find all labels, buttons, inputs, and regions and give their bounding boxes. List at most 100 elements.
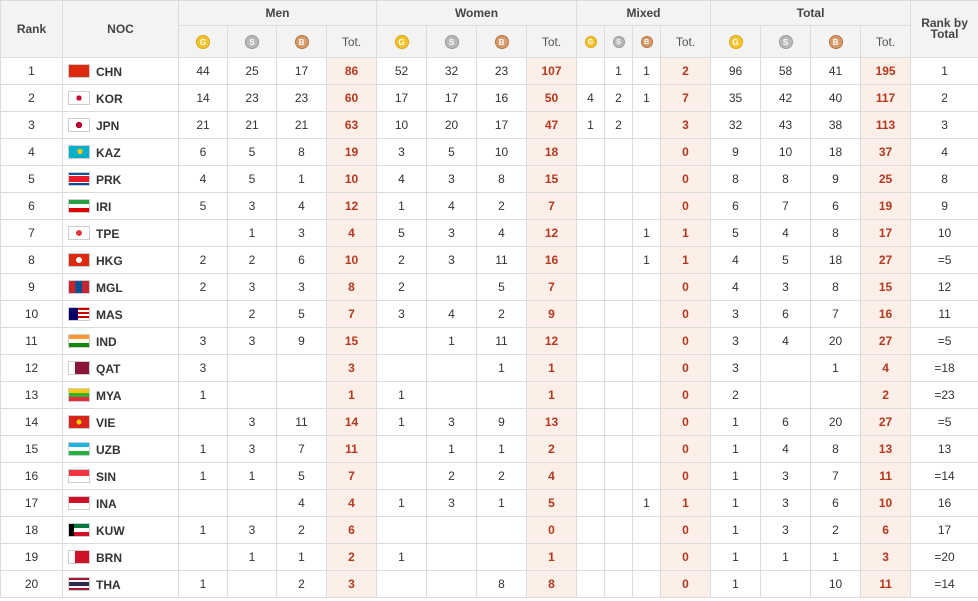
qatar-flag-icon: [68, 361, 90, 376]
men-bronze-cell: 4: [276, 192, 327, 220]
noc-code[interactable]: KAZ: [96, 145, 121, 159]
mixed-gold-cell: [576, 408, 605, 436]
mixed-gold-column-header[interactable]: G: [576, 25, 605, 58]
noc-code[interactable]: UZB: [96, 442, 121, 456]
men-silver-column-header[interactable]: S: [227, 25, 277, 58]
bronze-medal-icon: B: [294, 34, 309, 49]
mixed-gold-cell: [576, 435, 605, 463]
total-gold-cell: 3: [710, 327, 762, 355]
men-silver-cell: 3: [227, 516, 277, 544]
noc-code[interactable]: CHN: [96, 64, 122, 78]
noc-code[interactable]: VIE: [96, 415, 115, 429]
mixed-bronze-cell: [632, 273, 661, 301]
noc-code[interactable]: INA: [96, 496, 117, 510]
total-bronze-column-header[interactable]: B: [810, 25, 862, 58]
mixed-total-cell: 3: [659, 111, 712, 139]
noc-code[interactable]: THA: [96, 577, 121, 591]
table-row: 10 MAS 2 5 7 3 4 2 9 0 3 6 7 16 11: [0, 300, 978, 328]
men-gold-cell: [178, 489, 228, 517]
total-total-column-header[interactable]: Tot.: [860, 25, 912, 58]
noc-code[interactable]: MYA: [96, 388, 122, 402]
women-gold-column-header[interactable]: G: [376, 25, 427, 58]
noc-code[interactable]: PRK: [96, 172, 121, 186]
noc-cell: IRI: [62, 192, 179, 220]
noc-cell: THA: [62, 570, 179, 598]
noc-code[interactable]: BRN: [96, 550, 122, 564]
total-gold-cell: 3: [710, 300, 762, 328]
mixed-bronze-cell: [632, 111, 661, 139]
women-silver-cell: 3: [426, 165, 477, 193]
women-total-cell: 0: [526, 516, 577, 544]
rank-by-total-cell: =18: [910, 354, 978, 382]
women-silver-cell: 17: [426, 84, 477, 112]
mixed-gold-cell: [576, 219, 605, 247]
total-gold-cell: 5: [710, 219, 762, 247]
men-bronze-cell: 1: [276, 543, 327, 571]
gold-medal-icon: G: [728, 34, 743, 49]
men-silver-cell: [227, 570, 277, 598]
mixed-silver-column-header[interactable]: S: [604, 25, 633, 58]
women-silver-cell: 20: [426, 111, 477, 139]
noc-code[interactable]: SIN: [96, 469, 116, 483]
mixed-silver-cell: [604, 327, 633, 355]
noc-code[interactable]: QAT: [96, 361, 120, 375]
noc-cell: SIN: [62, 462, 179, 490]
women-bronze-column-header[interactable]: B: [476, 25, 527, 58]
noc-cell: IND: [62, 327, 179, 355]
women-gold-cell: 1: [376, 192, 427, 220]
noc-code[interactable]: KUW: [96, 523, 125, 537]
table-row: 19 BRN 1 1 2 1 1 0 1 1 1 3 =20: [0, 543, 978, 571]
men-total-cell: 7: [326, 462, 377, 490]
noc-code[interactable]: IND: [96, 334, 117, 348]
women-bronze-cell: 2: [476, 192, 527, 220]
bronze-medal-icon: B: [828, 34, 843, 49]
noc-code[interactable]: MGL: [96, 280, 123, 294]
noc-code[interactable]: KOR: [96, 91, 123, 105]
mixed-silver-cell: [604, 273, 633, 301]
noc-header[interactable]: NOC: [62, 0, 179, 58]
men-silver-cell: 2: [227, 300, 277, 328]
mixed-bronze-cell: 1: [632, 246, 661, 274]
men-gold-column-header[interactable]: G: [178, 25, 228, 58]
men-silver-cell: 3: [227, 192, 277, 220]
men-total-cell: 3: [326, 570, 377, 598]
mixed-total-column-header[interactable]: Tot.: [659, 25, 712, 58]
noc-code[interactable]: JPN: [96, 118, 119, 132]
noc-code[interactable]: TPE: [96, 226, 119, 240]
mixed-total-cell: 0: [659, 543, 712, 571]
total-bronze-cell: 6: [810, 489, 862, 517]
total-silver-cell: 42: [760, 84, 812, 112]
rank-cell: 20: [0, 570, 63, 598]
rank-by-total-cell: 1: [910, 57, 978, 85]
total-bronze-cell: 20: [810, 327, 862, 355]
mixed-bronze-cell: [632, 300, 661, 328]
women-silver-column-header[interactable]: S: [426, 25, 477, 58]
mixed-total-cell: 0: [659, 300, 712, 328]
men-bronze-cell: 11: [276, 408, 327, 436]
noc-code[interactable]: HKG: [96, 253, 123, 267]
total-silver-column-header[interactable]: S: [760, 25, 812, 58]
rank-by-total-header[interactable]: Rank by Total: [910, 0, 978, 58]
mixed-gold-cell: [576, 300, 605, 328]
women-total-column-header[interactable]: Tot.: [526, 25, 577, 58]
men-bronze-cell: 9: [276, 327, 327, 355]
china-flag-icon: [68, 64, 90, 79]
noc-code[interactable]: IRI: [96, 199, 111, 213]
men-total-column-header[interactable]: Tot.: [326, 25, 377, 58]
mixed-bronze-column-header[interactable]: B: [632, 25, 661, 58]
total-gold-cell: 8: [710, 165, 762, 193]
men-bronze-column-header[interactable]: B: [276, 25, 327, 58]
mixed-gold-cell: 4: [576, 84, 605, 112]
noc-code[interactable]: MAS: [96, 307, 123, 321]
table-row: 16 SIN 1 1 5 7 2 2 4 0 1 3 7 11 =14: [0, 462, 978, 490]
noc-cell: BRN: [62, 543, 179, 571]
total-gold-cell: 32: [710, 111, 762, 139]
women-total-cell: 47: [526, 111, 577, 139]
gold-medal-icon: G: [394, 34, 409, 49]
total-bronze-cell: 20: [810, 408, 862, 436]
rank-by-total-cell: 8: [910, 165, 978, 193]
total-bronze-cell: 41: [810, 57, 862, 85]
men-header: Men: [178, 0, 377, 26]
total-gold-column-header[interactable]: G: [710, 25, 762, 58]
rank-header[interactable]: Rank: [0, 0, 63, 58]
